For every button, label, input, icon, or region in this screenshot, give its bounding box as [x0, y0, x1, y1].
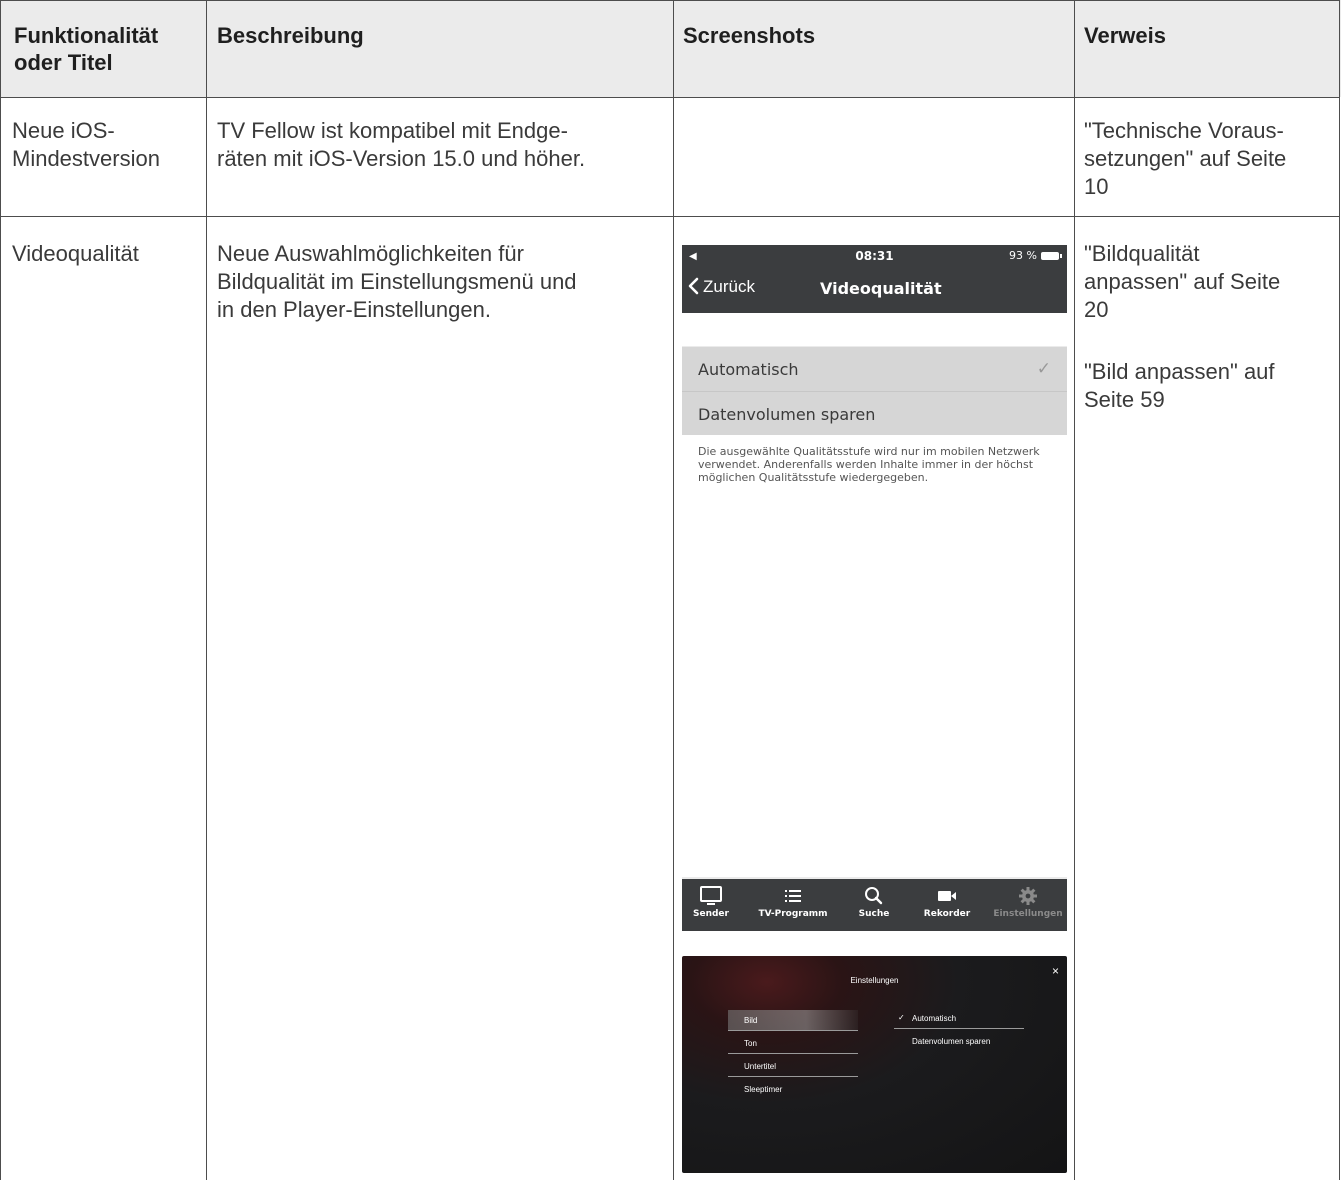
close-icon[interactable]: × — [1052, 964, 1059, 978]
table-border-left — [0, 0, 1, 1180]
status-battery: 93 % — [1009, 249, 1062, 262]
tab-rekorder[interactable]: Rekorder — [916, 885, 978, 919]
row2-reference-link-2[interactable]: "Bild anpassen" auf Seite 59 — [1084, 358, 1334, 414]
back-button[interactable]: Zurück — [688, 277, 755, 297]
col-divider-2 — [673, 0, 674, 1180]
tab-label: Suche — [858, 909, 890, 919]
tab-einstellungen[interactable]: Einstellungen — [990, 885, 1066, 919]
player-settings-screenshot: Einstellungen × Bild Ton Untertitel Slee… — [682, 956, 1067, 1173]
row2-description: Neue Auswahlmöglichkeiten für Bildqualit… — [217, 241, 577, 322]
row2-reference-link-1[interactable]: "Bildqualität anpassen" auf Seite 20 — [1084, 240, 1334, 324]
option-automatisch[interactable]: Automatisch ✓ — [682, 347, 1067, 391]
tab-label: Einstellungen — [993, 909, 1063, 919]
col-divider-1 — [206, 0, 207, 1180]
battery-icon — [1041, 252, 1062, 260]
phone-screenshot: ◀ 08:31 93 % Zurück Videoqualität Automa… — [682, 245, 1067, 931]
row1-description: TV Fellow ist kompatibel mit Endge- räte… — [217, 118, 586, 171]
list-icon — [785, 890, 801, 902]
player-option-datenvolumen-sparen[interactable]: Datenvolumen sparen — [894, 1031, 1024, 1052]
player-menu-ton[interactable]: Ton — [728, 1033, 858, 1054]
header-screenshots: Screenshots — [683, 23, 816, 48]
tab-label: Rekorder — [923, 909, 971, 919]
phone-body: Die ausgewählte Qualitätsstufe wird nur … — [682, 435, 1067, 877]
tab-label: TV-Programm — [758, 909, 828, 919]
player-option-automatisch[interactable]: ✓ Automatisch — [894, 1008, 1024, 1029]
col-divider-3 — [1074, 0, 1075, 1180]
header-beschreibung: Beschreibung — [217, 23, 364, 48]
tab-tv-programm[interactable]: TV-Programm — [756, 885, 830, 919]
option-label: Automatisch — [698, 360, 799, 379]
table-border-top — [0, 0, 1340, 1]
nav-title: Videoqualität — [820, 279, 942, 298]
player-settings-title: Einstellungen — [850, 976, 899, 985]
tab-label: Sender — [693, 909, 729, 919]
row1-reference-link[interactable]: "Technische Voraus- setzungen" auf Seite… — [1084, 117, 1334, 201]
camera-icon — [938, 891, 956, 901]
row2-title: Videoqualität — [12, 241, 139, 266]
header-verweis: Verweis — [1084, 23, 1166, 48]
back-label: Zurück — [703, 277, 755, 296]
spacer — [682, 313, 1067, 346]
row1-title: Neue iOS- Mindestversion — [12, 118, 160, 171]
table-border-right — [1339, 0, 1340, 1180]
battery-percent: 93 % — [1009, 249, 1037, 262]
checkmark-icon: ✓ — [1036, 359, 1051, 379]
player-menu-untertitel[interactable]: Untertitel — [728, 1056, 858, 1077]
option-label: Datenvolumen sparen — [698, 405, 876, 424]
phone-header: ◀ 08:31 93 % Zurück Videoqualität — [682, 245, 1067, 313]
header-funktionalitaet: Funktionalität oder Titel — [14, 23, 159, 75]
player-menu-sleeptimer[interactable]: Sleeptimer — [728, 1079, 858, 1100]
gear-icon — [1019, 887, 1037, 905]
tv-icon — [700, 886, 722, 905]
quality-note: Die ausgewählte Qualitätsstufe wird nur … — [698, 445, 1040, 484]
table-border-header — [0, 97, 1340, 98]
search-icon — [865, 887, 883, 905]
tab-bar: Sender TV-Programm Suche Rekorder Einste… — [682, 879, 1067, 931]
chevron-left-icon — [688, 277, 699, 295]
table-border-row1 — [0, 216, 1340, 217]
option-datenvolumen-sparen[interactable]: Datenvolumen sparen — [682, 392, 1067, 436]
tab-sender[interactable]: Sender — [684, 885, 738, 919]
checkmark-icon: ✓ — [898, 1013, 905, 1022]
tab-suche[interactable]: Suche — [846, 885, 902, 919]
player-menu-bild[interactable]: Bild — [728, 1010, 858, 1031]
